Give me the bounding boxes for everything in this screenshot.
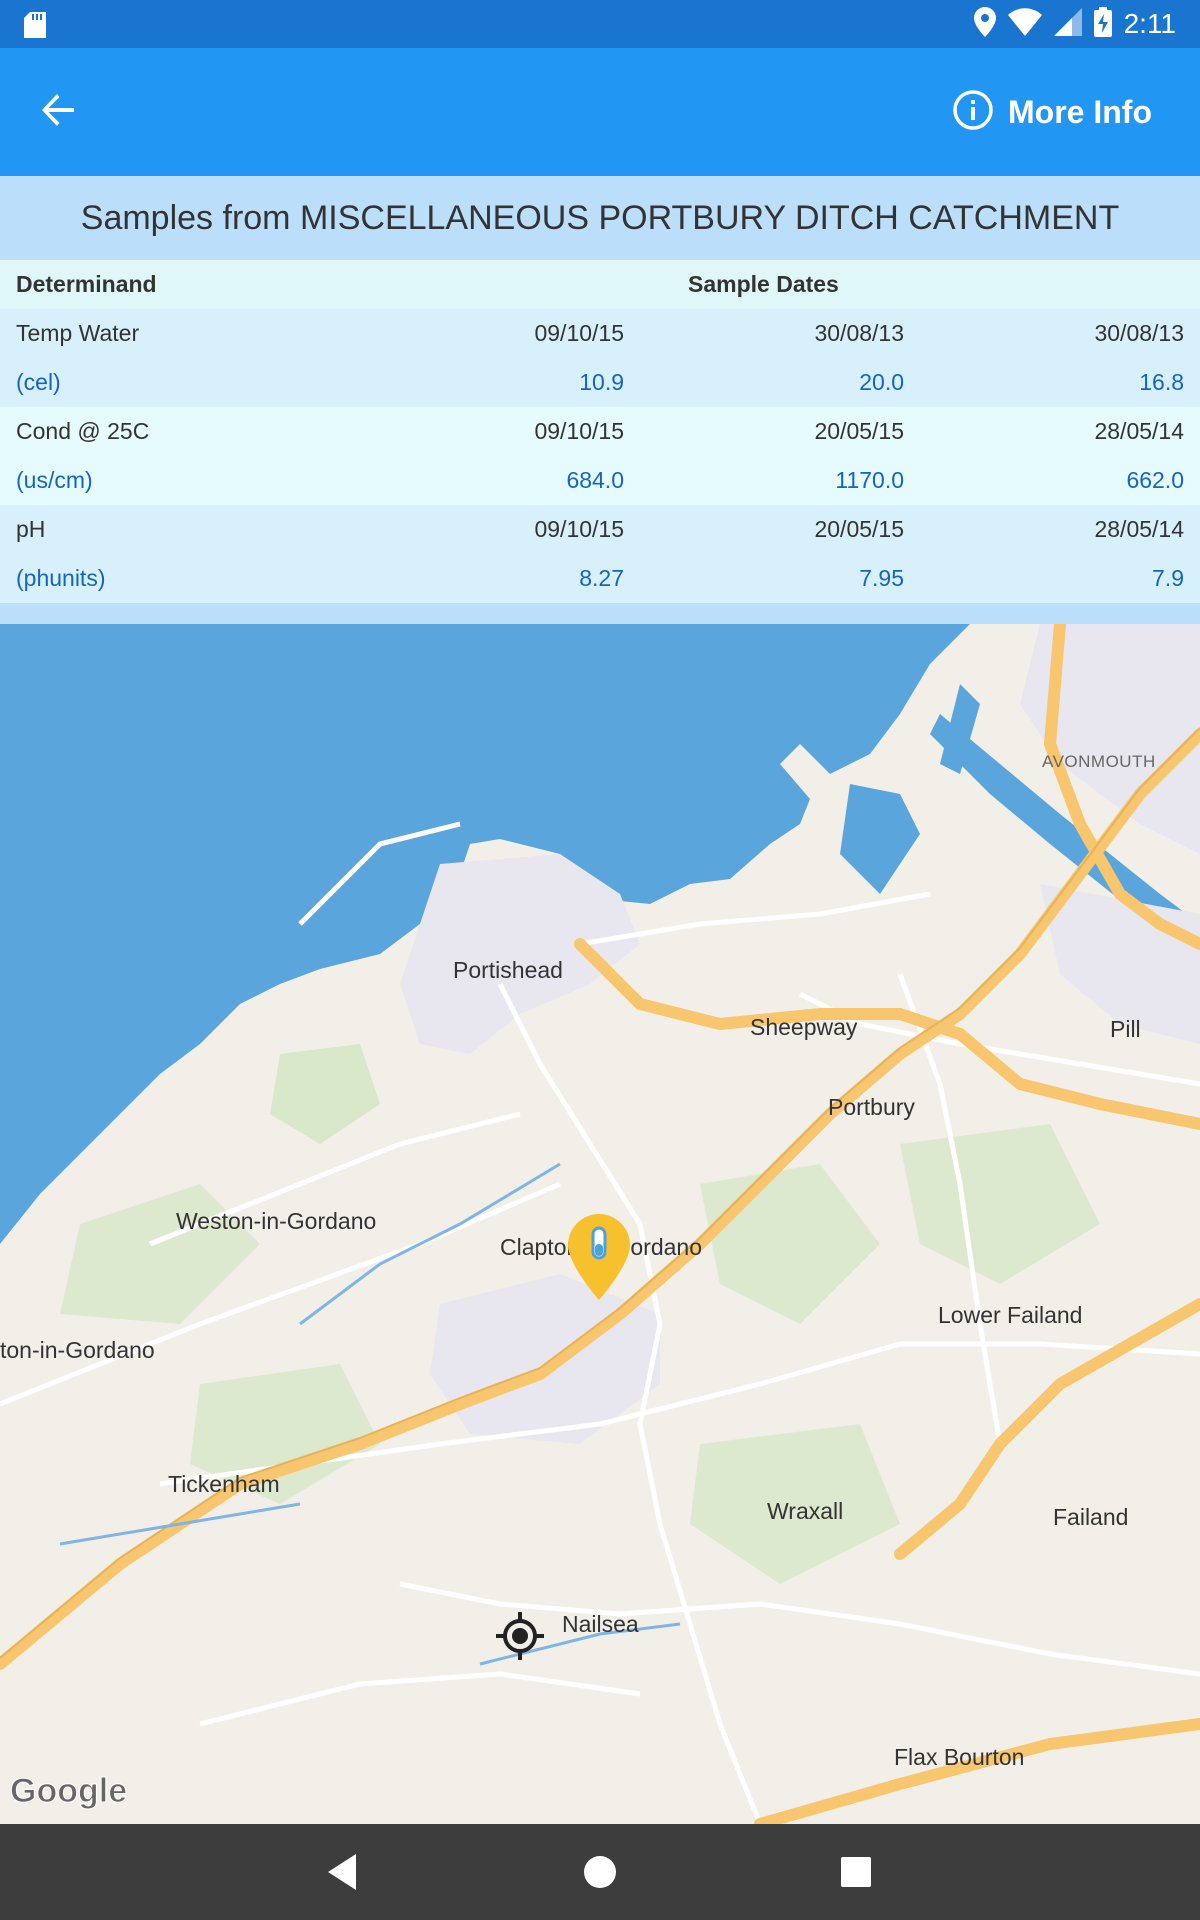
map-label-wraxall: Wraxall (767, 1498, 844, 1524)
table-row: (us/cm) 684.0 1170.0 662.0 (0, 456, 1200, 505)
sample-date: 09/10/15 (534, 516, 624, 542)
sd-card-icon (24, 12, 46, 43)
sample-value: 16.8 (1139, 369, 1184, 395)
map-label-easton-in-gordano: ton-in-Gordano (0, 1337, 155, 1363)
page-title: Samples from MISCELLANEOUS PORTBURY DITC… (0, 176, 1200, 260)
wifi-icon (1007, 7, 1042, 41)
table-row: (cel) 10.9 20.0 16.8 (0, 358, 1200, 407)
info-icon (952, 89, 994, 136)
status-bar: 2:11 (0, 0, 1200, 48)
sample-value: 7.9 (1152, 565, 1184, 591)
map-label-sheepway: Sheepway (750, 1014, 858, 1040)
determinand-unit: (phunits) (16, 565, 106, 591)
map-label-tickenham: Tickenham (168, 1471, 280, 1497)
sample-date: 30/08/13 (1094, 320, 1184, 346)
arrow-back-icon (40, 92, 76, 133)
map-view[interactable]: AVONMOUTH Portishead Sheepway Pill Portb… (0, 624, 1200, 1824)
home-circle-icon[interactable] (576, 1848, 624, 1896)
app-bar: More Info (0, 48, 1200, 176)
sample-date: 30/08/13 (814, 320, 904, 346)
map-label-failand: Failand (1053, 1504, 1129, 1530)
sample-date: 28/05/14 (1094, 418, 1184, 444)
more-info-label: More Info (1008, 93, 1152, 130)
back-triangle-icon[interactable] (320, 1848, 368, 1896)
map-label-flax-bourton: Flax Bourton (894, 1744, 1025, 1770)
samples-table: Determinand Sample Dates Temp Water 09/1… (0, 260, 1200, 624)
map-label-portbury: Portbury (828, 1094, 915, 1120)
map-label-lower-failand: Lower Failand (938, 1302, 1083, 1328)
sample-value: 7.95 (859, 565, 904, 591)
table-row: pH 09/10/15 20/05/15 28/05/14 (0, 505, 1200, 554)
more-info-button[interactable]: More Info (952, 84, 1152, 140)
google-attribution: Google (9, 1772, 128, 1811)
status-time: 2:11 (1123, 8, 1176, 39)
table-row: Temp Water 09/10/15 30/08/13 30/08/13 (0, 309, 1200, 358)
determinand-unit: (us/cm) (16, 467, 93, 493)
table-row: Cond @ 25C 09/10/15 20/05/15 28/05/14 (0, 407, 1200, 456)
sample-value: 1170.0 (835, 467, 904, 493)
sample-date: 28/05/14 (1094, 516, 1184, 542)
back-button[interactable] (30, 88, 86, 136)
map-label-portishead: Portishead (453, 957, 563, 983)
sample-date: 09/10/15 (534, 418, 624, 444)
determinand-name: Cond @ 25C (16, 418, 150, 444)
sample-value: 684.0 (566, 467, 624, 493)
map-label-avonmouth: AVONMOUTH (1042, 752, 1156, 771)
sample-value: 20.0 (859, 369, 904, 395)
determinand-unit: (cel) (16, 369, 61, 395)
location-icon (973, 6, 996, 42)
sample-value: 10.9 (579, 369, 624, 395)
battery-charging-icon (1093, 6, 1112, 42)
recents-square-icon[interactable] (832, 1848, 880, 1896)
table-row: (phunits) 8.27 7.95 7.9 (0, 554, 1200, 603)
navigation-bar (0, 1824, 1200, 1920)
map-label-weston-in-gordano: Weston-in-Gordano (176, 1208, 377, 1234)
sample-date: 20/05/15 (814, 516, 904, 542)
determinand-name: Temp Water (16, 320, 140, 346)
sample-value: 8.27 (579, 565, 624, 591)
sample-date: 20/05/15 (814, 418, 904, 444)
determinand-header: Determinand (16, 271, 157, 297)
determinand-name: pH (16, 516, 46, 542)
sample-value: 662.0 (1126, 467, 1184, 493)
map-label-pill: Pill (1110, 1016, 1141, 1042)
sample-dates-header: Sample Dates (688, 271, 839, 297)
cell-signal-icon (1053, 7, 1082, 41)
sample-date: 09/10/15 (534, 320, 624, 346)
table-header-row: Determinand Sample Dates (0, 260, 1200, 309)
map-label-nailsea: Nailsea (562, 1611, 639, 1637)
